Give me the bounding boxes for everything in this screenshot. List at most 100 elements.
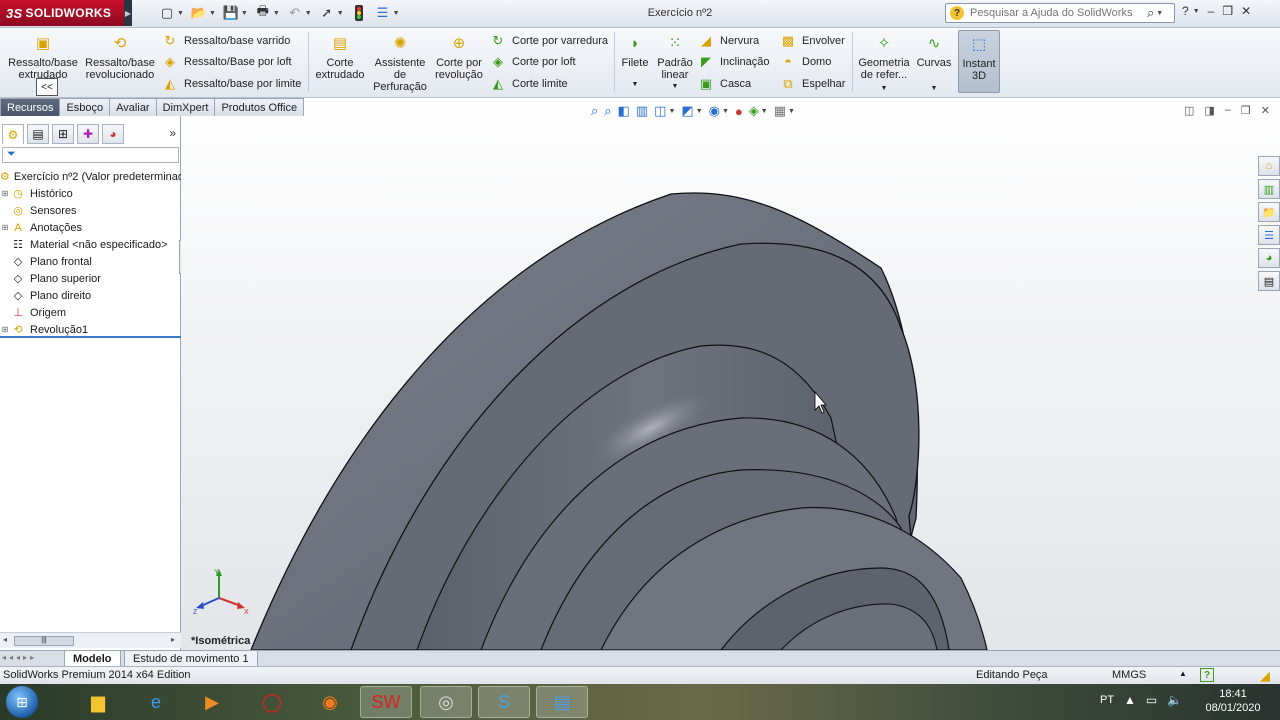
solidworks-logo[interactable]: 3S SOLIDWORKS — [0, 0, 124, 26]
linear-pattern-button[interactable]: ⁙ Padrão linear ▼ — [655, 36, 695, 93]
horizontal-scrollbar[interactable]: ◂ ||| ▸ — [0, 632, 181, 648]
undo-icon[interactable]: ↶ — [286, 4, 304, 22]
select-cursor-icon[interactable]: ➚ — [318, 4, 336, 22]
tree-item-sensores[interactable]: ◎ Sensores — [0, 202, 181, 219]
edit-appearance-icon[interactable]: ● — [735, 104, 743, 119]
zoom-to-area-icon[interactable]: ⌕ — [604, 103, 611, 119]
feature-manager-tab-icon[interactable]: ⚙ — [2, 124, 24, 144]
view-palette-icon[interactable]: ☰ — [1258, 225, 1280, 245]
apply-scene-icon[interactable]: ◈ — [749, 103, 759, 119]
options-list-icon[interactable]: ☰ — [374, 4, 392, 22]
boundary-cut-button[interactable]: ◭ Corte limite — [490, 76, 568, 92]
previous-view-icon[interactable]: ◧ — [618, 103, 630, 119]
more-tabs-chevron-icon[interactable]: » — [169, 126, 176, 140]
view-orientation-dropdown-icon[interactable]: ▼ — [668, 108, 675, 115]
expand-icon[interactable]: ⊞ — [0, 189, 10, 198]
view-settings-icon[interactable]: ▦ — [774, 103, 786, 119]
hide-show-dropdown-icon[interactable]: ▼ — [722, 108, 729, 115]
rib-button[interactable]: ◢ Nervura — [698, 33, 759, 49]
scroll-thumb[interactable]: ||| — [14, 636, 74, 646]
tab-estudo-de-movimento[interactable]: Estudo de movimento 1 — [124, 651, 258, 667]
viewport-split-icon[interactable]: ◨ — [1204, 104, 1214, 117]
search-dropdown-icon[interactable]: ▼ — [1156, 10, 1163, 17]
help-search-input[interactable] — [970, 7, 1145, 19]
obs-taskbar-icon[interactable]: ◎ — [420, 686, 472, 718]
viewport-close-icon[interactable]: ✕ — [1261, 104, 1270, 117]
tree-item-plano-direito[interactable]: ◇ Plano direito — [0, 287, 181, 304]
close-icon[interactable]: ✕ — [1241, 4, 1251, 18]
lofted-boss-button[interactable]: ◈ Ressalto/Base por loft — [162, 54, 292, 70]
rollback-bar[interactable] — [0, 336, 181, 338]
boundary-boss-button[interactable]: ◭ Ressalto/base por limite — [162, 76, 301, 92]
viewport-restore-icon[interactable]: ❐ — [1241, 104, 1251, 117]
tab-recursos[interactable]: Recursos — [0, 98, 61, 116]
appearances-scenes-icon[interactable]: ◕ — [1258, 248, 1280, 268]
property-manager-tab-icon[interactable]: ▤ — [27, 124, 49, 144]
hole-wizard-button[interactable]: ✺ Assistente de Perfuração — [370, 36, 430, 93]
options-dropdown-icon[interactable]: ▼ — [393, 10, 400, 17]
design-library-icon[interactable]: ▥ — [1258, 179, 1280, 199]
expand-icon[interactable]: ⊞ — [0, 325, 10, 334]
3d-model-part[interactable] — [181, 98, 1280, 650]
revolved-boss-button[interactable]: ⟲ Ressalto/base revolucionado — [84, 36, 156, 81]
pattern-dropdown-icon[interactable]: ▼ — [672, 81, 679, 93]
windows-start-button[interactable]: ⊞ — [6, 686, 38, 718]
tab-dimxpert[interactable]: DimXpert — [155, 98, 216, 116]
swept-cut-button[interactable]: ↻ Corte por varredura — [490, 33, 608, 49]
expand-icon[interactable]: ⊞ — [0, 223, 10, 232]
save-dropdown-icon[interactable]: ▼ — [241, 10, 248, 17]
firefox-taskbar-icon[interactable]: ◉ — [304, 686, 356, 718]
view-settings-dropdown-icon[interactable]: ▼ — [788, 108, 795, 115]
dimxpert-manager-tab-icon[interactable]: ✚ — [77, 124, 99, 144]
swept-boss-button[interactable]: ↻ Ressalto/base varrido — [162, 33, 291, 49]
scroll-right-icon[interactable]: ▸ — [171, 635, 175, 644]
tab-navigation-arrows-icon[interactable]: ◂◂◂▸▸ — [2, 653, 37, 662]
print-dropdown-icon[interactable]: ▼ — [273, 10, 280, 17]
volume-muted-icon[interactable]: 🔈 — [1167, 693, 1182, 707]
tray-chevron-up-icon[interactable]: ▲ — [1124, 693, 1136, 707]
media-player-taskbar-icon[interactable]: ▶ — [186, 686, 238, 718]
help-icon[interactable]: ? — [1182, 4, 1189, 18]
graphics-viewport[interactable]: ⌕ ⌕ ◧ ▥ ◫ ▼ ◩ ▼ ◉ ▼ ● ◈ ▼ ▦ ▼ ◫ ◨ – ❐ ✕ ⌂ ▥ 📁… — [181, 98, 1280, 650]
display-style-icon[interactable]: ◩ — [681, 103, 693, 119]
menu-expand-arrow-icon[interactable]: ▶ — [124, 0, 132, 26]
restore-icon[interactable]: ❐ — [1222, 4, 1233, 18]
fillet-button[interactable]: ◗ Filete ▼ — [618, 36, 652, 91]
tree-item-anotacoes[interactable]: ⊞ A Anotações — [0, 219, 181, 236]
shell-button[interactable]: ▣ Casca — [698, 76, 751, 92]
minimize-icon[interactable]: – — [1208, 4, 1215, 18]
print-icon[interactable]: 🖶 — [254, 3, 272, 22]
undo-dropdown-icon[interactable]: ▼ — [305, 10, 312, 17]
new-dropdown-icon[interactable]: ▼ — [177, 10, 184, 17]
tab-modelo[interactable]: Modelo — [64, 651, 121, 667]
opera-taskbar-icon[interactable]: ◯ — [246, 686, 298, 718]
tree-filter[interactable]: ⏷ — [2, 147, 179, 163]
extruded-boss-button[interactable]: ▣ Ressalto/base extrudado — [8, 36, 78, 81]
tree-item-material[interactable]: ☷ Material <não especificado> — [0, 236, 181, 253]
tab-esboco[interactable]: Esboço — [59, 98, 111, 116]
tree-item-origem[interactable]: ⊥ Origem — [0, 304, 181, 321]
open-dropdown-icon[interactable]: ▼ — [209, 10, 216, 17]
zoom-to-fit-icon[interactable]: ⌕ — [591, 103, 598, 119]
fillet-dropdown-icon[interactable]: ▼ — [632, 79, 639, 91]
custom-properties-icon[interactable]: ▤ — [1258, 271, 1280, 291]
rebuild-status-icon[interactable]: ◢ — [1260, 668, 1270, 684]
tree-item-plano-superior[interactable]: ◇ Plano superior — [0, 270, 181, 287]
network-icon[interactable]: ▭ — [1146, 693, 1157, 707]
lofted-cut-button[interactable]: ◈ Corte por loft — [490, 54, 576, 70]
document-viewer-taskbar-icon[interactable]: ▤ — [536, 686, 588, 718]
mirror-button[interactable]: ⧉ Espelhar — [780, 76, 845, 92]
reference-geometry-button[interactable]: ✧ Geometria de refer... ▼ — [856, 36, 912, 95]
solidworks-taskbar-icon[interactable]: SW — [360, 686, 412, 718]
wrap-button[interactable]: ▩ Envolver — [780, 33, 845, 49]
curves-dropdown-icon[interactable]: ▼ — [931, 83, 938, 95]
system-clock[interactable]: 18:41 08/01/2020 — [1192, 687, 1274, 715]
help-search-box[interactable]: ? ⌕ ▼ — [945, 3, 1175, 23]
new-document-icon[interactable]: ▢ — [158, 4, 176, 22]
collapse-ribbon-button[interactable]: << — [36, 78, 58, 96]
app-s-taskbar-icon[interactable]: S — [478, 686, 530, 718]
input-language-indicator[interactable]: PT — [1100, 694, 1114, 706]
scroll-left-icon[interactable]: ◂ — [3, 635, 7, 644]
instant3d-button[interactable]: ⬚ Instant 3D — [958, 30, 1000, 93]
units-up-arrow-icon[interactable]: ▲ — [1179, 669, 1187, 678]
